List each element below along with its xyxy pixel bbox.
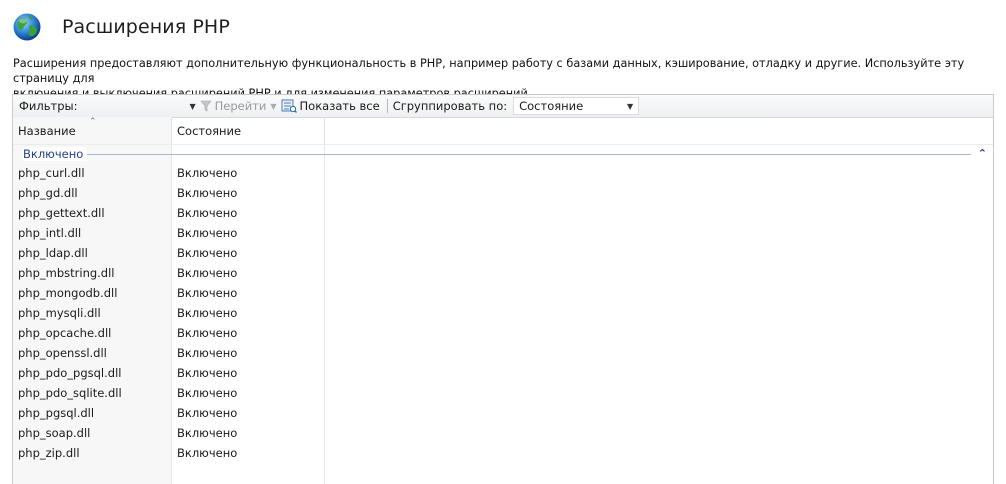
table-row[interactable]: php_gettext.dll Включено	[13, 203, 993, 223]
extension-name: php_soap.dll	[18, 426, 91, 440]
extension-name: php_curl.dll	[18, 166, 85, 180]
sort-ascending-icon: ⌃	[89, 117, 97, 127]
extension-name: php_pgsql.dll	[18, 406, 95, 420]
extension-state: Включено	[177, 266, 238, 280]
filter-toolbar: Фильтры: ▼ Перейти ▼ Показать все Сгрупп…	[13, 95, 993, 118]
extension-name: php_openssl.dll	[18, 346, 107, 360]
table-row[interactable]: php_pdo_pgsql.dll Включено	[13, 363, 993, 383]
extension-name: php_ldap.dll	[18, 246, 88, 260]
grid-header: ⌃ Название Состояние	[13, 117, 993, 145]
group-name: Включено	[23, 147, 88, 161]
extension-name: php_mongodb.dll	[18, 286, 118, 300]
extension-list: php_curl.dll Включено php_gd.dll Включено …	[13, 163, 993, 463]
globe-icon	[13, 13, 41, 41]
extension-state: Включено	[177, 386, 238, 400]
extension-name: php_pdo_sqlite.dll	[18, 386, 122, 400]
extension-state: Включено	[177, 366, 238, 380]
table-row[interactable]: php_intl.dll Включено	[13, 223, 993, 243]
table-row[interactable]: php_opcache.dll Включено	[13, 323, 993, 343]
filter-input[interactable]	[81, 98, 186, 114]
extension-state: Включено	[177, 166, 238, 180]
show-all-button[interactable]: Показать все	[281, 99, 380, 113]
table-row[interactable]: php_openssl.dll Включено	[13, 343, 993, 363]
table-row[interactable]: php_zip.dll Включено	[13, 443, 993, 463]
show-all-label: Показать все	[299, 99, 380, 113]
extension-name: php_intl.dll	[18, 226, 82, 240]
chevron-down-icon: ▼	[626, 101, 634, 111]
funnel-icon	[200, 100, 212, 112]
table-row[interactable]: php_gd.dll Включено	[13, 183, 993, 203]
extension-state: Включено	[177, 206, 238, 220]
column-header-state-label: Состояние	[177, 124, 242, 138]
extension-name: php_mbstring.dll	[18, 266, 115, 280]
table-row[interactable]: php_ldap.dll Включено	[13, 243, 993, 263]
extension-name: php_pdo_pgsql.dll	[18, 366, 122, 380]
filter-label: Фильтры:	[19, 99, 78, 113]
extensions-panel: Фильтры: ▼ Перейти ▼ Показать все Сгрупп…	[12, 94, 994, 484]
go-button-label: Перейти	[214, 99, 267, 113]
extension-state: Включено	[177, 226, 238, 240]
group-divider-line	[85, 154, 971, 155]
extension-name: php_zip.dll	[18, 446, 80, 460]
go-dropdown-arrow-icon[interactable]: ▼	[270, 102, 276, 111]
column-header-name-label: Название	[18, 124, 76, 138]
table-row[interactable]: php_mysqli.dll Включено	[13, 303, 993, 323]
group-by-label: Сгруппировать по:	[392, 99, 508, 113]
table-row[interactable]: php_mongodb.dll Включено	[13, 283, 993, 303]
extension-state: Включено	[177, 186, 238, 200]
filter-dropdown-arrow-icon[interactable]: ▼	[189, 102, 195, 111]
page-header: Расширения PHP	[12, 9, 230, 45]
toolbar-separator	[386, 99, 388, 113]
group-by-value: Состояние	[519, 99, 584, 113]
extension-state: Включено	[177, 286, 238, 300]
extension-state: Включено	[177, 306, 238, 320]
table-row[interactable]: php_curl.dll Включено	[13, 163, 993, 183]
extension-state: Включено	[177, 346, 238, 360]
extensions-grid: ⌃ Название Состояние Включено ⌃ php_curl…	[13, 117, 993, 463]
go-button[interactable]: Перейти	[200, 99, 267, 113]
group-header-enabled[interactable]: Включено ⌃	[13, 145, 993, 163]
page-title: Расширения PHP	[62, 16, 230, 38]
table-row[interactable]: php_soap.dll Включено	[13, 423, 993, 443]
extension-state: Включено	[177, 406, 238, 420]
extension-name: php_gettext.dll	[18, 206, 105, 220]
extension-name: php_opcache.dll	[18, 326, 112, 340]
extension-state: Включено	[177, 326, 238, 340]
description-line-1: Расширения предоставляют дополнительную …	[13, 57, 965, 85]
table-row[interactable]: php_mbstring.dll Включено	[13, 263, 993, 283]
table-row[interactable]: php_pgsql.dll Включено	[13, 403, 993, 423]
show-all-icon	[281, 99, 297, 113]
extension-state: Включено	[177, 446, 238, 460]
extension-name: php_mysqli.dll	[18, 306, 101, 320]
column-header-state[interactable]: Состояние	[172, 118, 325, 144]
table-row[interactable]: php_pdo_sqlite.dll Включено	[13, 383, 993, 403]
column-header-name[interactable]: ⌃ Название	[13, 117, 172, 144]
extension-state: Включено	[177, 246, 238, 260]
extension-name: php_gd.dll	[18, 186, 78, 200]
extension-state: Включено	[177, 426, 238, 440]
collapse-chevron-up-icon[interactable]: ⌃	[978, 147, 987, 160]
group-by-select[interactable]: Состояние ▼	[513, 97, 640, 115]
